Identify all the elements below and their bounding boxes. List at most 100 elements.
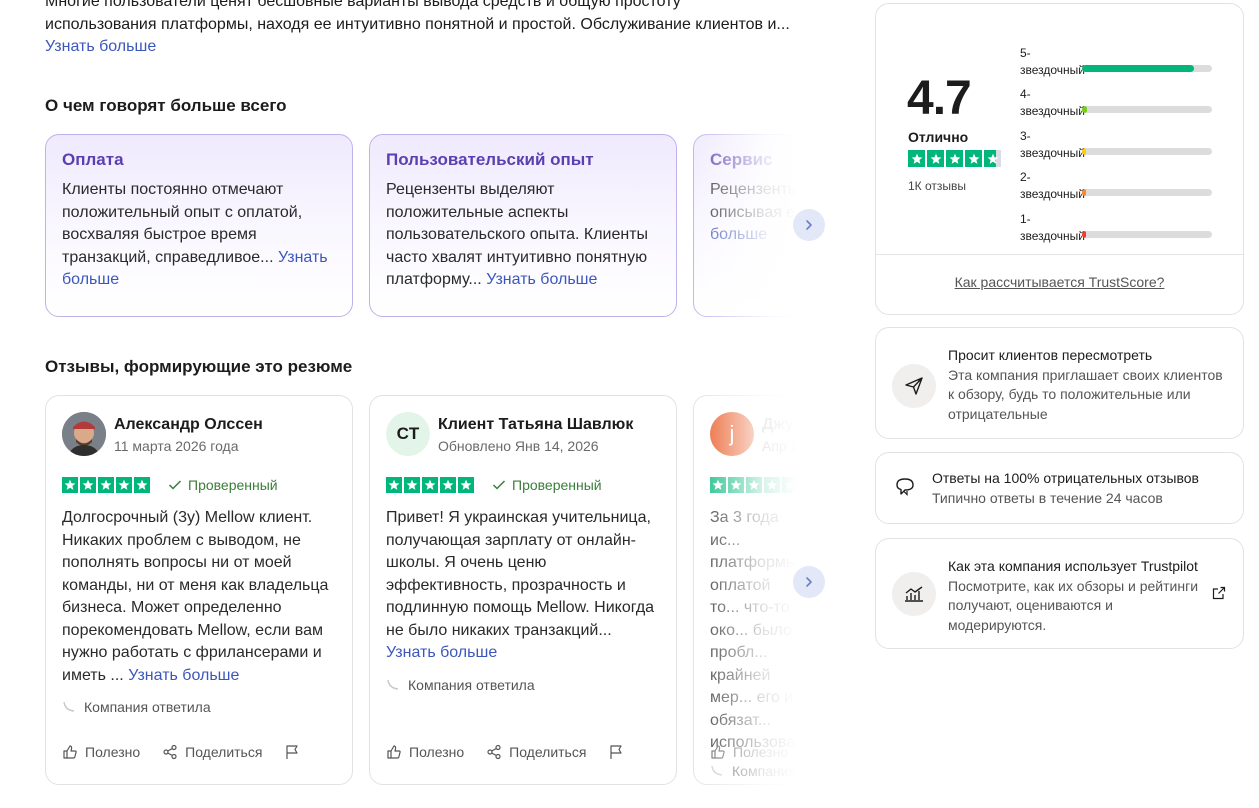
review-header: CT Клиент Татьяна Шавлюк Обновлено Янв 1… xyxy=(386,412,660,456)
helpful-label: Полезно xyxy=(733,744,789,760)
reviews-heading: Отзывы, формирующие это резюме xyxy=(45,357,353,376)
avatar[interactable]: j xyxy=(710,412,754,456)
helpful-button[interactable]: Полезно xyxy=(62,744,140,760)
review-date: Обновлено Янв 14, 2026 xyxy=(438,437,599,454)
star-icon xyxy=(710,477,726,493)
topics-heading: О чем говорят больше всего xyxy=(45,96,287,115)
topic-card-payment[interactable]: Оплата Клиенты постоянно отмечают положи… xyxy=(45,134,353,317)
topic-more-link[interactable]: Узнать больше xyxy=(486,271,597,288)
review-text: Привет! Я украинская учительница, получа… xyxy=(386,507,660,665)
review-body: Долгосрочный (3у) Mellow клиент. Никаких… xyxy=(62,509,329,684)
distribution-row[interactable]: 3- звездочный xyxy=(1020,120,1220,162)
topic-summary: Рецензенты удовлетворены... описывая его… xyxy=(710,181,797,221)
chat-bubble-icon xyxy=(896,478,914,496)
distribution-bar xyxy=(1082,64,1212,72)
distribution-bar-fill xyxy=(1082,147,1086,155)
topics-carousel: Оплата Клиенты постоянно отмечают положи… xyxy=(45,134,797,319)
company-replied[interactable]: Компания ответила xyxy=(386,677,660,693)
review-stars xyxy=(62,477,150,493)
star-icon xyxy=(946,150,963,167)
review-actions: Полезно Поделиться xyxy=(62,744,329,760)
trustscore-info-link[interactable]: Как рассчитывается TrustScore? xyxy=(876,274,1243,290)
replies-text: Типично ответы в течение 24 часов xyxy=(932,489,1163,506)
reviewer-name[interactable]: Джул... xyxy=(762,415,797,435)
star-icon xyxy=(134,477,150,493)
review-more-link[interactable]: Узнать больше xyxy=(386,644,497,661)
chevron-right-icon xyxy=(806,577,812,587)
topics-next-button[interactable] xyxy=(793,209,825,241)
star-icon xyxy=(746,477,762,493)
star-icon xyxy=(764,477,780,493)
report-button[interactable] xyxy=(284,744,307,760)
topic-text: Клиенты постоянно отмечают положительный… xyxy=(62,179,336,292)
topic-text: Рецензенты выделяют положительные аспект… xyxy=(386,179,660,292)
verified-label: Проверенный xyxy=(512,477,602,493)
topic-text: Рецензенты удовлетворены... описывая его… xyxy=(710,179,797,247)
topic-card-service[interactable]: Сервис Рецензенты удовлетворены... описы… xyxy=(693,134,797,317)
distribution-bar xyxy=(1082,106,1212,113)
distribution-label: 2- звездочный xyxy=(1020,170,1086,201)
star-icon xyxy=(422,477,438,493)
review-date: 11 марта 2026 года xyxy=(114,437,239,454)
review-rating-row: Проверенный xyxy=(386,476,660,494)
review-text: Долгосрочный (3у) Mellow клиент. Никаких… xyxy=(62,507,336,687)
distribution-row[interactable]: 5- звездочный xyxy=(1020,37,1220,79)
external-link-icon[interactable] xyxy=(1212,586,1226,600)
invites-title: Просит клиентов пересмотреть xyxy=(948,347,1153,363)
reviewer-name[interactable]: Клиент Татьяна Шавлюк xyxy=(438,415,633,435)
reply-arrow-icon xyxy=(63,701,75,712)
divider xyxy=(876,254,1243,255)
invites-info-card: Просит клиентов пересмотреть Эта компани… xyxy=(875,327,1244,439)
flag-icon xyxy=(286,745,299,759)
review-card: Александр Олссен 11 марта 2026 года Пров… xyxy=(45,395,353,785)
trustpilot-usage-card[interactable]: Как эта компания использует Trustpilot П… xyxy=(875,538,1244,649)
summary-text: Многие пользователи ценят бесшовные вари… xyxy=(45,0,790,33)
avatar[interactable] xyxy=(62,412,106,456)
helpful-button[interactable]: Полезно xyxy=(710,744,788,760)
report-button[interactable] xyxy=(608,744,631,760)
distribution-bar xyxy=(1082,189,1212,196)
reviews-next-button[interactable] xyxy=(793,566,825,598)
topic-title: Пользовательский опыт xyxy=(386,150,594,169)
invites-info-body: Просит клиентов пересмотреть Эта компани… xyxy=(948,346,1223,424)
distribution-row[interactable]: 1- звездочный xyxy=(1020,203,1220,245)
user-photo-icon xyxy=(62,412,106,456)
flag-icon xyxy=(610,745,623,759)
star-icon xyxy=(80,477,96,493)
thumbs-up-icon xyxy=(63,745,77,759)
usage-title: Как эта компания использует Trustpilot xyxy=(948,558,1198,574)
distribution-row[interactable]: 4- звездочный xyxy=(1020,79,1220,121)
review-rating-row: Проверенный xyxy=(62,476,336,494)
distribution-row[interactable]: 2- звездочный xyxy=(1020,162,1220,204)
distribution-bar xyxy=(1082,230,1212,238)
star-icon xyxy=(440,477,456,493)
company-replied[interactable]: Компания ответила xyxy=(710,763,797,779)
reviewer-info: Джул... Апр 2... xyxy=(762,415,797,454)
avatar[interactable]: CT xyxy=(386,412,430,456)
share-icon xyxy=(487,744,501,760)
verified-badge: Проверенный xyxy=(168,477,278,493)
share-icon xyxy=(163,744,177,760)
replies-info-body: Ответы на 100% отрицательных отзывов Тип… xyxy=(932,469,1223,508)
replies-title: Ответы на 100% отрицательных отзывов xyxy=(932,470,1199,486)
reviewer-info: Александр Олссен 11 марта 2026 года xyxy=(114,415,263,454)
review-count: 1К отзывы xyxy=(908,179,967,193)
review-header: Александр Олссен 11 марта 2026 года xyxy=(62,412,336,456)
review-more-link[interactable]: Узнать больше xyxy=(128,667,239,684)
review-card: j Джул... Апр 2... За 3 года ис... платф… xyxy=(693,395,797,785)
topic-card-user-experience[interactable]: Пользовательский опыт Рецензенты выделяю… xyxy=(369,134,677,317)
summary-more-link[interactable]: Узнать больше xyxy=(45,38,156,55)
reviewer-name[interactable]: Александр Олссен xyxy=(114,415,263,435)
company-replied[interactable]: Компания ответила xyxy=(62,699,336,715)
chart-icon xyxy=(892,572,936,616)
review-stars xyxy=(710,477,797,493)
helpful-button[interactable]: Полезно xyxy=(386,744,464,760)
star-icon xyxy=(458,477,474,493)
share-button[interactable]: Поделиться xyxy=(162,744,262,760)
topic-title: Оплата xyxy=(62,150,124,169)
helpful-label: Полезно xyxy=(85,744,141,760)
replied-label: Компания ответила xyxy=(732,762,797,779)
share-button[interactable]: Поделиться xyxy=(486,744,586,760)
review-actions: Полезно xyxy=(710,744,797,760)
star-icon xyxy=(116,477,132,493)
